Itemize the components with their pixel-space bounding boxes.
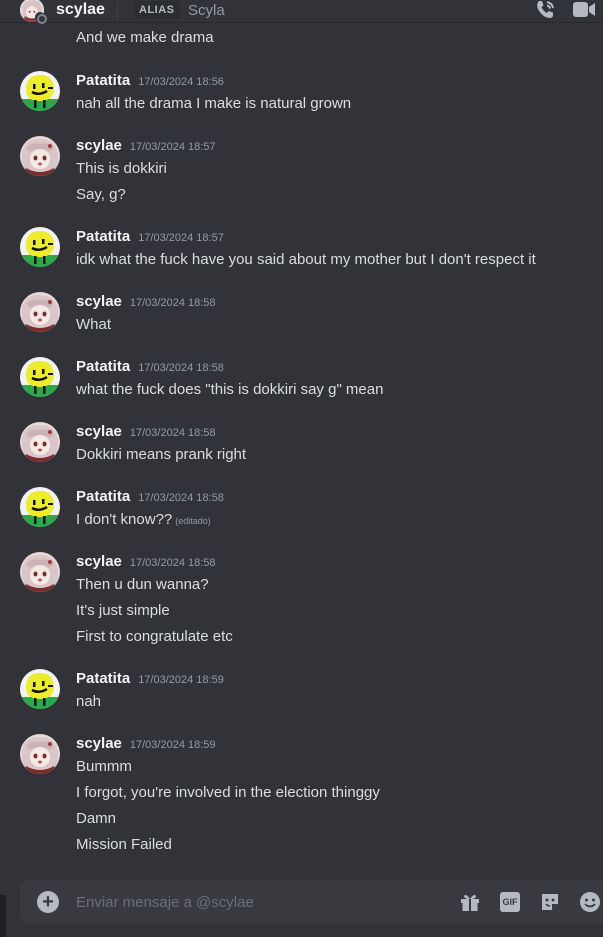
message-text: nah xyxy=(76,691,101,713)
message-meta: Patatita 17/03/2024 18:59 xyxy=(76,669,224,689)
message-content: I don't know?? xyxy=(76,511,173,528)
avatar[interactable] xyxy=(20,71,60,111)
message-timestamp: 17/03/2024 18:58 xyxy=(138,362,224,374)
message-meta: scylae 17/03/2024 18:58 xyxy=(76,422,216,442)
message-list[interactable]: And we make drama Patatita 17/03/2024 18:… xyxy=(0,23,603,873)
message-text: Then u dun wanna? xyxy=(76,574,209,596)
header-username: scylae xyxy=(56,1,105,18)
message-text: Mission Failed xyxy=(76,834,172,856)
message-meta: scylae 17/03/2024 18:57 xyxy=(76,136,216,156)
message-meta: scylae 17/03/2024 18:58 xyxy=(76,552,216,572)
message-text: What xyxy=(76,314,111,336)
emoji-icon[interactable] xyxy=(578,890,602,914)
message-content: First to congratulate etc xyxy=(76,628,233,645)
message-timestamp: 17/03/2024 18:58 xyxy=(129,297,216,309)
dm-header: scylae ALIAS Scyla xyxy=(0,0,603,24)
message-timestamp: 17/03/2024 18:57 xyxy=(129,141,216,153)
message-author[interactable]: Patatita xyxy=(76,357,130,377)
message-meta: scylae 17/03/2024 18:58 xyxy=(76,292,216,312)
message-author[interactable]: scylae xyxy=(76,734,122,754)
header-divider xyxy=(117,2,118,20)
message-content: what the fuck does "this is dokkiri say … xyxy=(76,381,384,398)
message-composer: + GIF xyxy=(20,880,603,924)
message-text: Bummm xyxy=(76,756,132,778)
sticker-icon[interactable] xyxy=(538,890,562,914)
message-content: I forgot, you're involved in the electio… xyxy=(76,784,380,801)
message-text: First to congratulate etc xyxy=(76,626,233,648)
message-text: what the fuck does "this is dokkiri say … xyxy=(76,379,383,401)
message-timestamp: 17/03/2024 18:58 xyxy=(138,492,224,504)
gif-icon[interactable]: GIF xyxy=(500,892,520,912)
message-meta: Patatita 17/03/2024 18:58 xyxy=(76,357,224,377)
message-meta: Patatita 17/03/2024 18:56 xyxy=(76,71,224,91)
message-input[interactable] xyxy=(76,892,436,912)
avatar[interactable] xyxy=(20,552,60,592)
alias-badge: ALIAS xyxy=(134,1,180,19)
message-meta: scylae 17/03/2024 18:59 xyxy=(76,734,216,754)
message-text: Dokkiri means prank right xyxy=(76,444,246,466)
message-content: Dokkiri means prank right xyxy=(76,446,247,463)
message-content: nah xyxy=(76,693,102,710)
message-text: idk what the fuck have you said about my… xyxy=(76,249,536,271)
edited-label: (editado) xyxy=(175,516,211,526)
message-text: I don't know?? (editado) xyxy=(76,509,211,532)
message-text: Damn xyxy=(76,808,116,830)
sidebar-edge xyxy=(0,895,6,937)
status-indicator xyxy=(35,12,47,24)
gift-icon[interactable] xyxy=(458,890,482,914)
avatar[interactable] xyxy=(20,669,60,709)
message-meta: Patatita 17/03/2024 18:57 xyxy=(76,227,224,247)
avatar[interactable] xyxy=(20,422,60,462)
message-content: nah all the drama I make is natural grow… xyxy=(76,95,352,112)
message-timestamp: 17/03/2024 18:59 xyxy=(129,739,216,751)
message-author[interactable]: scylae xyxy=(76,552,122,572)
message-author[interactable]: scylae xyxy=(76,292,122,312)
message-text: Say, g? xyxy=(76,184,126,206)
message-content: Mission Failed xyxy=(76,836,172,853)
message-meta: Patatita 17/03/2024 18:58 xyxy=(76,487,224,507)
message-content: Say, g? xyxy=(76,186,126,203)
message-content: idk what the fuck have you said about my… xyxy=(76,251,536,268)
message-author[interactable]: scylae xyxy=(76,422,122,442)
message-author[interactable]: Patatita xyxy=(76,669,130,689)
message-text: It's just simple xyxy=(76,600,170,622)
message-text: nah all the drama I make is natural grow… xyxy=(76,93,351,115)
message-text: This is dokkiri xyxy=(76,158,167,180)
message-author[interactable]: Patatita xyxy=(76,71,130,91)
message-timestamp: 17/03/2024 18:58 xyxy=(129,557,216,569)
message-text: I forgot, you're involved in the electio… xyxy=(76,782,380,804)
message-content: This is dokkiri xyxy=(76,160,167,177)
avatar[interactable] xyxy=(20,227,60,267)
message-content: What xyxy=(76,316,112,333)
message-content: Damn xyxy=(76,810,117,827)
plus-circle-icon[interactable]: + xyxy=(37,891,59,913)
header-nickname: Scyla xyxy=(188,2,225,19)
avatar[interactable] xyxy=(20,357,60,397)
avatar[interactable] xyxy=(20,734,60,774)
video-camera-icon[interactable] xyxy=(572,0,596,21)
message-author[interactable]: Patatita xyxy=(76,487,130,507)
message-content: Then u dun wanna? xyxy=(76,576,209,593)
avatar[interactable] xyxy=(20,292,60,332)
message-timestamp: 17/03/2024 18:57 xyxy=(138,232,224,244)
message-timestamp: 17/03/2024 18:56 xyxy=(138,76,224,88)
avatar[interactable] xyxy=(20,136,60,176)
message-content: It's just simple xyxy=(76,602,170,619)
message-content: Bummm xyxy=(76,758,132,775)
phone-call-icon[interactable] xyxy=(533,0,557,22)
message-author[interactable]: scylae xyxy=(76,136,122,156)
message-author[interactable]: Patatita xyxy=(76,227,130,247)
message-text: And we make drama xyxy=(76,29,214,46)
message-timestamp: 17/03/2024 18:58 xyxy=(129,427,216,439)
avatar[interactable] xyxy=(20,487,60,527)
message-timestamp: 17/03/2024 18:59 xyxy=(138,674,224,686)
